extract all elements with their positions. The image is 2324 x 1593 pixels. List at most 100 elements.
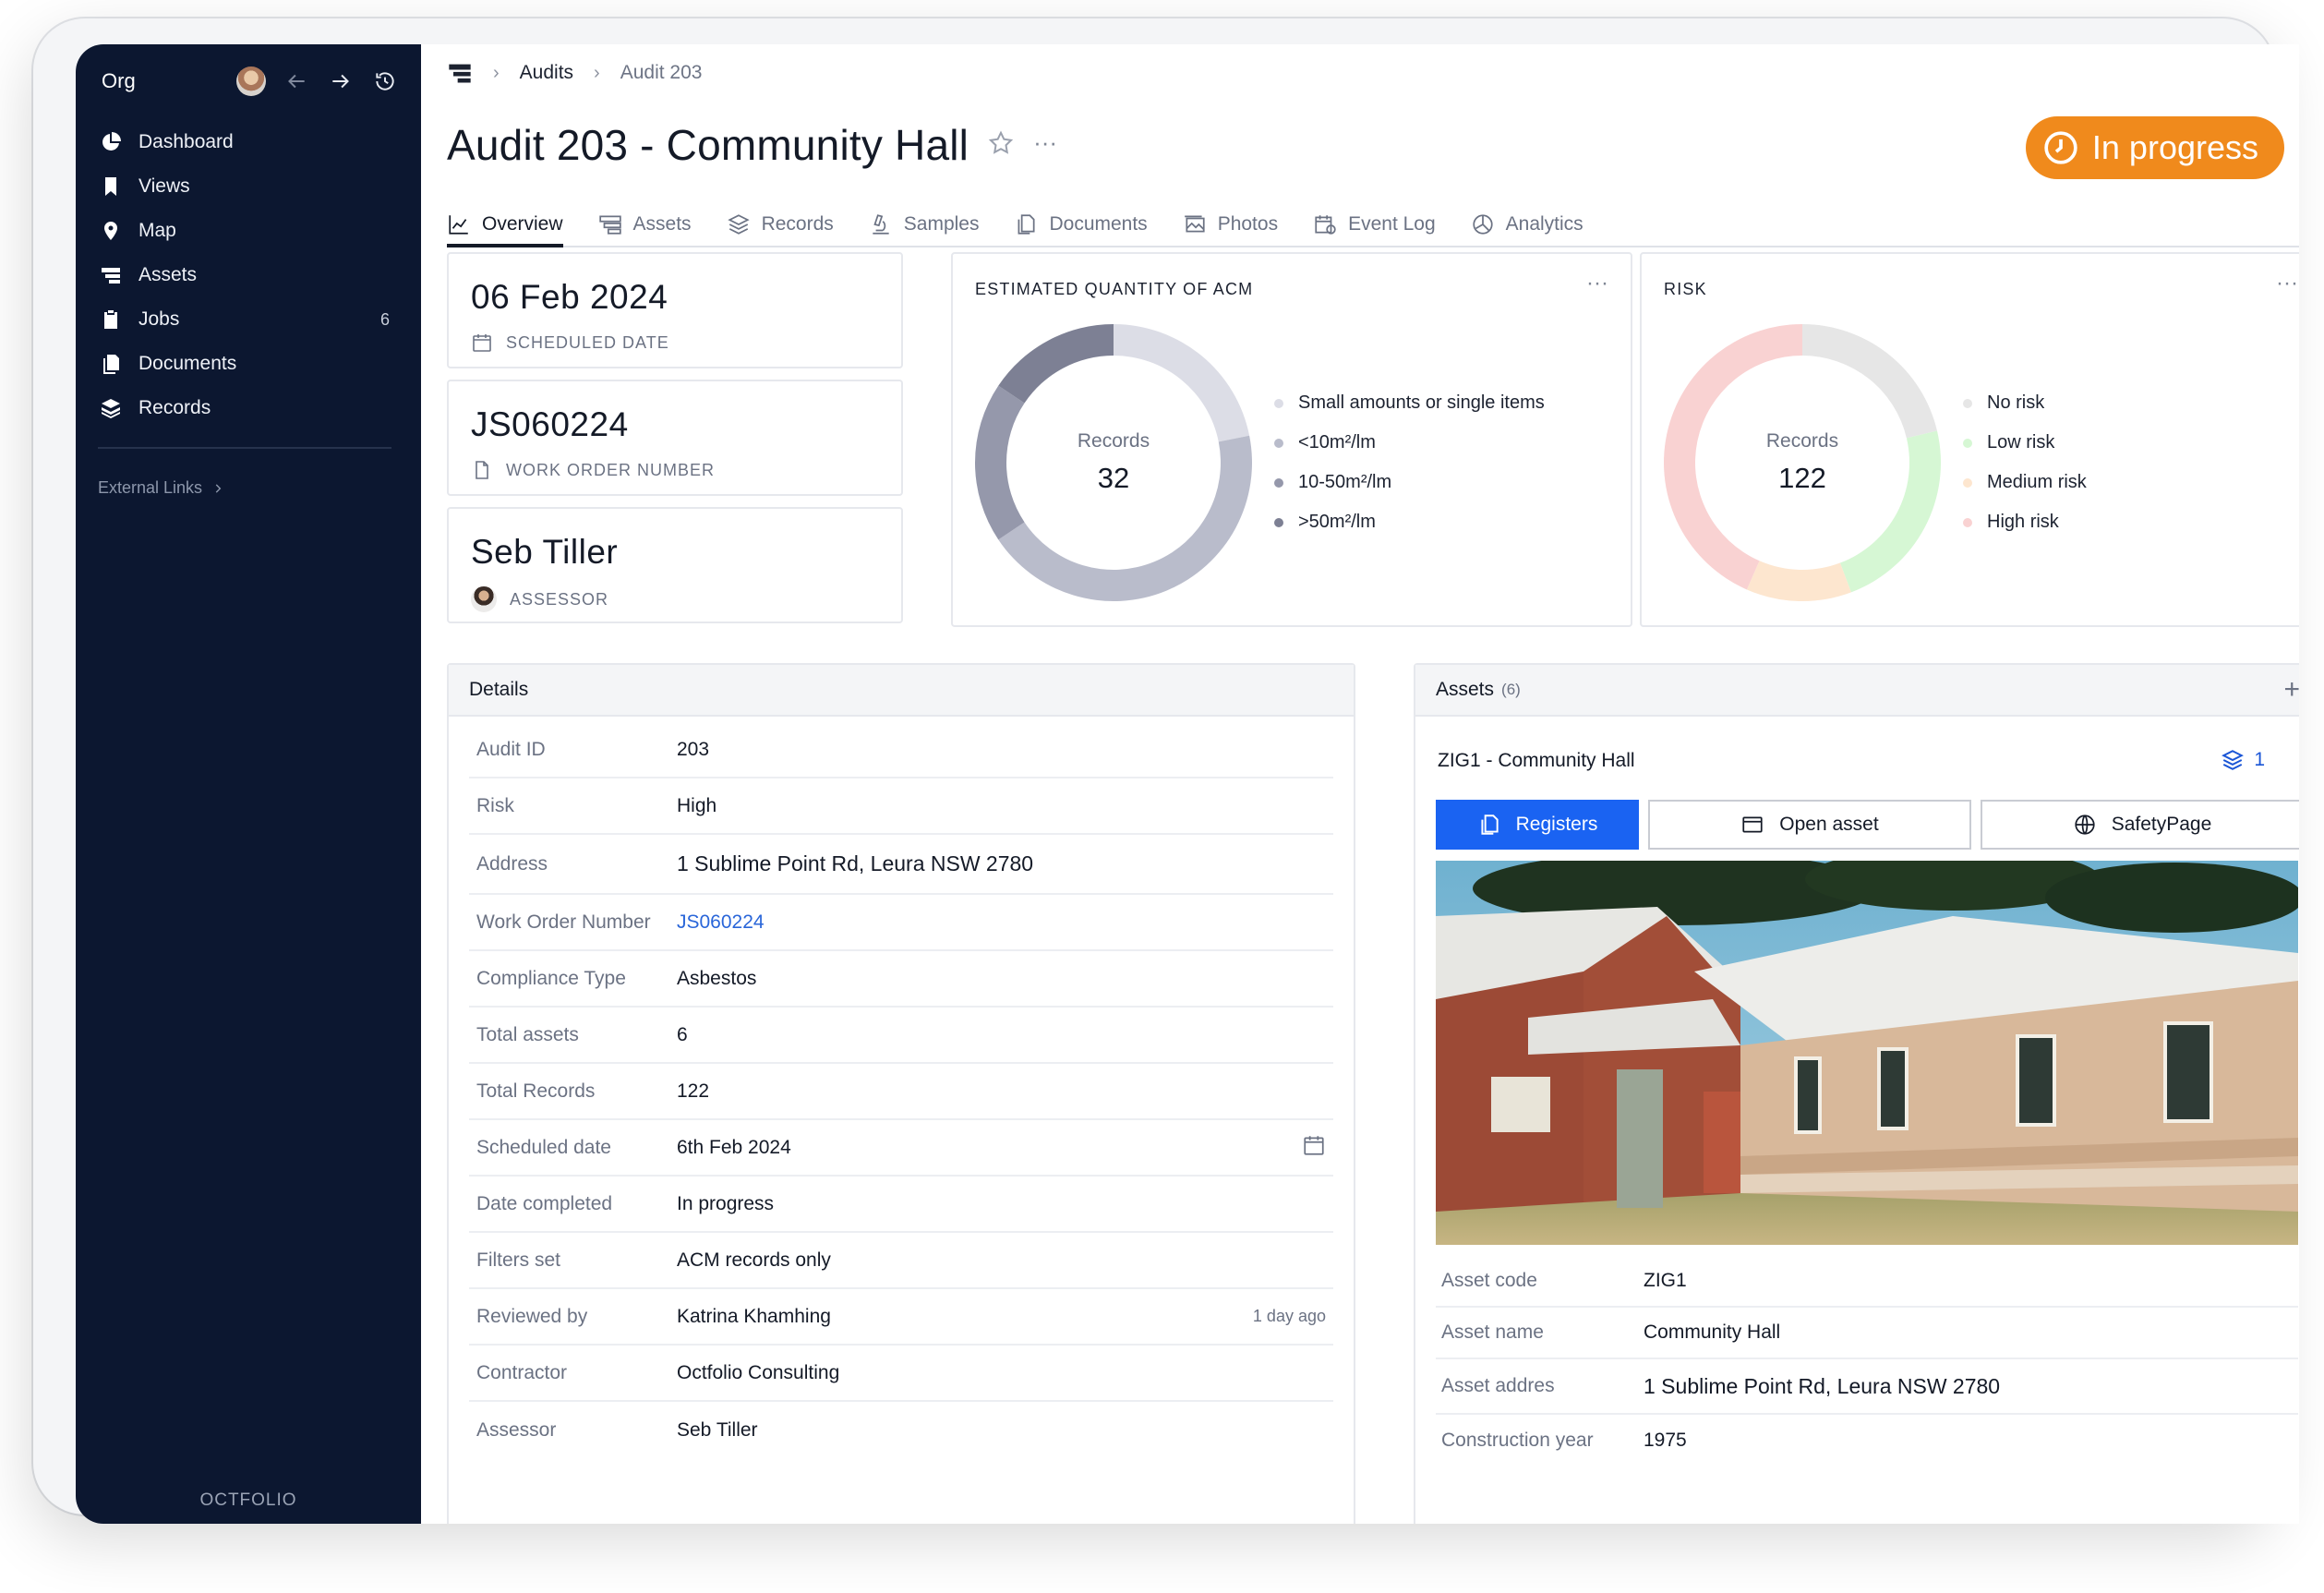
tab-bar: Overview Assets Records Samples Document…	[447, 203, 2299, 247]
legend-label: Small amounts or single items	[1298, 392, 1545, 413]
legend-item[interactable]: >50m²/lm	[1274, 502, 1545, 542]
acm-chart-card: ESTIMATED QUANTITY OF ACM ··· Records 32…	[951, 252, 1632, 627]
open-asset-button[interactable]: Open asset	[1648, 800, 1971, 850]
legend-label: >50m²/lm	[1298, 512, 1376, 532]
detail-row-contractor: Contractor Octfolio Consulting	[469, 1346, 1333, 1402]
more-options-icon[interactable]: ···	[2276, 271, 2298, 296]
tab-photos[interactable]: Photos	[1183, 203, 1278, 246]
star-icon[interactable]	[987, 129, 1015, 162]
asset-title[interactable]: ZIG1 - Community Hall	[1438, 750, 1635, 772]
assets-header: Assets (6) +	[1415, 665, 2299, 717]
work-order-label: WORK ORDER NUMBER	[506, 460, 716, 479]
reviewed-timestamp: 1 day ago	[1252, 1307, 1326, 1325]
asset-key: Asset addres	[1441, 1375, 1555, 1396]
sidebar-item-assets[interactable]: Assets	[98, 253, 399, 297]
sidebar-item-label: Assets	[138, 264, 198, 285]
detail-key: Filters set	[476, 1249, 561, 1271]
detail-key: Risk	[476, 794, 514, 816]
tab-samples[interactable]: Samples	[869, 203, 979, 246]
detail-value: 1 Sublime Point Rd, Leura NSW 2780	[677, 851, 1034, 875]
user-avatar[interactable]	[236, 66, 266, 96]
asset-value: Community Hall	[1644, 1321, 1781, 1343]
legend-label: No risk	[1987, 392, 2045, 413]
back-arrow-icon[interactable]	[283, 67, 310, 95]
tab-overview[interactable]: Overview	[447, 203, 563, 247]
pie-chart-icon	[98, 129, 124, 155]
asset-photo[interactable]	[1436, 861, 2298, 1245]
tab-documents[interactable]: Documents	[1014, 203, 1148, 246]
history-icon[interactable]	[371, 67, 399, 95]
sidebar-item-records[interactable]: Records	[98, 386, 399, 430]
tab-label: Photos	[1217, 213, 1279, 235]
status-badge[interactable]: In progress	[2025, 116, 2284, 179]
add-asset-button[interactable]: +	[2283, 674, 2299, 706]
tab-assets[interactable]: Assets	[598, 203, 692, 246]
legend-item[interactable]: Medium risk	[1963, 463, 2087, 502]
detail-row-work-order: Work Order Number JS060224	[469, 895, 1333, 951]
assets-home-icon[interactable]	[447, 60, 473, 86]
building-icon	[598, 215, 621, 235]
details-header: Details	[449, 665, 1354, 717]
legend-dot	[1274, 398, 1283, 408]
legend-item[interactable]: 10-50m²/lm	[1274, 463, 1545, 502]
photos-icon	[1184, 215, 1205, 233]
legend-item[interactable]: Small amounts or single items	[1274, 383, 1545, 423]
assessor-avatar	[471, 586, 497, 612]
asset-records-link[interactable]: 1	[2221, 748, 2265, 772]
bookmark-icon	[98, 174, 124, 199]
chevron-right-icon: ›	[493, 62, 500, 83]
sidebar-item-views[interactable]: Views	[98, 164, 399, 209]
sidebar-item-label: Views	[138, 175, 190, 197]
legend-dot	[1274, 438, 1283, 448]
breadcrumb-audits[interactable]: Audits	[520, 62, 573, 84]
legend-dot	[1274, 517, 1283, 527]
documents-icon	[1018, 214, 1036, 235]
breadcrumb-current: Audit 203	[620, 62, 703, 83]
asset-key: Asset name	[1441, 1321, 1544, 1343]
calendar-icon[interactable]	[1302, 1133, 1326, 1162]
tab-label: Analytics	[1505, 213, 1583, 235]
legend-item[interactable]: Low risk	[1963, 423, 2087, 463]
legend-item[interactable]: No risk	[1963, 383, 2087, 423]
forward-arrow-icon[interactable]	[327, 67, 355, 95]
detail-value: 122	[677, 1080, 710, 1102]
sidebar-item-map[interactable]: Map	[98, 209, 399, 253]
tab-records[interactable]: Records	[727, 203, 834, 246]
risk-chart-card: RISK ··· Records 122 No risk Low risk Medi…	[1640, 252, 2299, 627]
detail-key: Date completed	[476, 1192, 613, 1214]
chart-legend: No risk Low risk Medium risk High risk	[1963, 383, 2087, 542]
chart-title: ESTIMATED QUANTITY OF ACM	[975, 280, 1254, 298]
sidebar-item-jobs[interactable]: Jobs 6	[98, 297, 399, 342]
registers-button[interactable]: Registers	[1436, 800, 1639, 850]
microscope-icon	[873, 214, 889, 235]
asset-value: 1 Sublime Point Rd, Leura NSW 2780	[1644, 1373, 2001, 1398]
org-switcher[interactable]: Org	[102, 69, 136, 93]
legend-item[interactable]: <10m²/lm	[1274, 423, 1545, 463]
app-screen: Org Dashboard Views Map Assets Jobs 6 Do…	[76, 44, 2299, 1524]
tab-label: Event Log	[1348, 213, 1436, 235]
external-links[interactable]: External Links	[98, 478, 224, 498]
community-hall-photo	[1436, 861, 2298, 1245]
asset-row-code: Asset code ZIG1	[1436, 1256, 2298, 1308]
chevron-right-icon: ›	[594, 62, 600, 83]
tab-analytics[interactable]: Analytics	[1471, 203, 1583, 246]
clipboard-icon	[98, 307, 124, 332]
sidebar-item-dashboard[interactable]: Dashboard	[98, 120, 399, 164]
asset-row-address: Asset addres 1 Sublime Point Rd, Leura N…	[1436, 1359, 2298, 1415]
more-options-icon[interactable]: ···	[1033, 128, 1057, 157]
main-content: › Audits › Audit 203 Audit 203 - Communi…	[421, 44, 2299, 1524]
work-order-link[interactable]: JS060224	[677, 911, 765, 934]
detail-value: 203	[677, 738, 710, 760]
sidebar-item-documents[interactable]: Documents	[98, 342, 399, 386]
legend-item[interactable]: High risk	[1963, 502, 2087, 542]
detail-row-total-assets: Total assets 6	[469, 1008, 1333, 1064]
safety-page-button[interactable]: SafetyPage	[1981, 800, 2299, 850]
donut-center-label: Records	[1765, 430, 1839, 452]
chart-icon	[449, 215, 468, 235]
more-options-icon[interactable]: ···	[1586, 271, 1608, 296]
documents-icon	[1481, 815, 1499, 835]
detail-row-compliance-type: Compliance Type Asbestos	[469, 951, 1333, 1008]
legend-dot	[1963, 398, 1972, 408]
chevron-right-icon	[215, 483, 222, 493]
tab-event-log[interactable]: Event Log	[1313, 203, 1436, 246]
